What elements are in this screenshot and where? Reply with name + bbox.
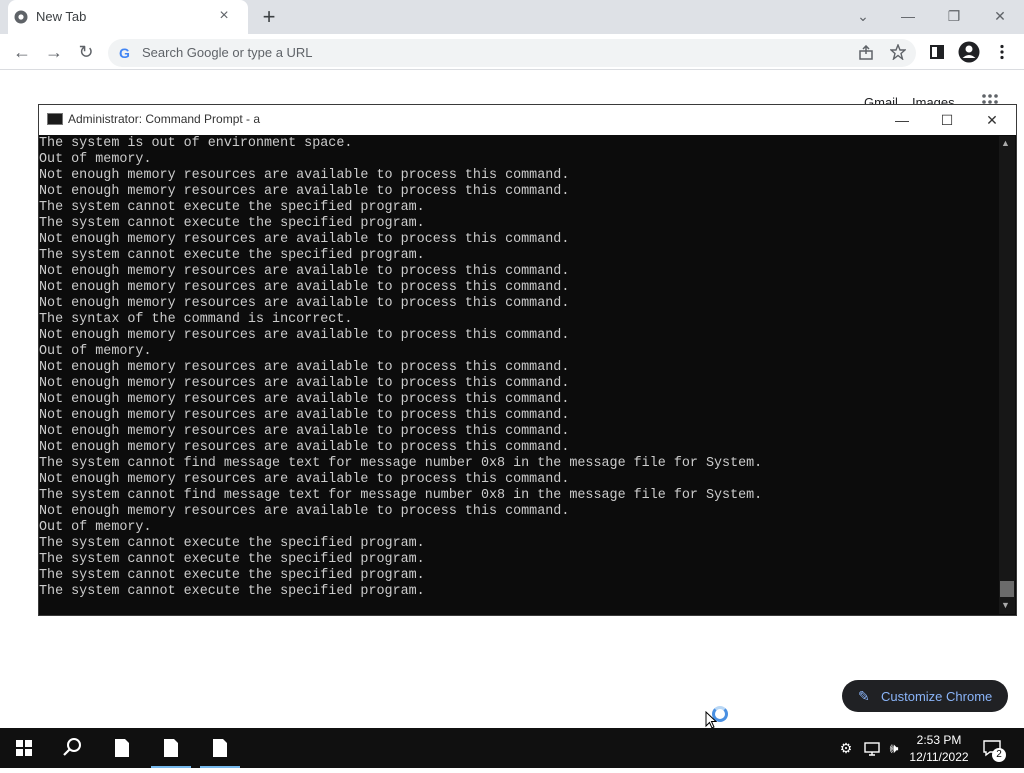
cmd-output-line: Not enough memory resources are availabl…	[39, 408, 570, 423]
new-tab-button[interactable]: +	[258, 6, 280, 28]
close-window-button[interactable]: ✕	[986, 6, 1014, 26]
cmd-output-line: The system cannot execute the specified …	[39, 248, 425, 263]
cmd-output[interactable]: The system is out of environment space. O…	[39, 136, 994, 606]
clock-date[interactable]: 12/11/2022	[906, 750, 972, 764]
cmd-minimize-button[interactable]: —	[880, 108, 924, 132]
cmd-output-line: Not enough memory resources are availabl…	[39, 504, 570, 519]
cmd-output-line: Out of memory.	[39, 152, 152, 167]
omnibox-placeholder[interactable]: Search Google or type a URL	[142, 45, 313, 60]
pencil-icon: ✎	[858, 688, 870, 704]
clock-time[interactable]: 2:53 PM	[906, 733, 972, 747]
cmd-output-line: The system cannot execute the specified …	[39, 536, 425, 551]
cmd-output-line: Not enough memory resources are availabl…	[39, 360, 570, 375]
menu-icon[interactable]	[996, 44, 1008, 60]
forward-button[interactable]: →	[42, 41, 66, 63]
cmd-output-line: Not enough memory resources are availabl…	[39, 328, 570, 343]
cmd-output-line: Out of memory.	[39, 520, 152, 535]
cmd-output-line: Not enough memory resources are availabl…	[39, 440, 570, 455]
scroll-thumb[interactable]	[1000, 581, 1014, 597]
cmd-output-line: The system cannot execute the specified …	[39, 216, 425, 231]
search-button[interactable]	[48, 728, 96, 768]
file-icon	[213, 739, 227, 757]
security-icon[interactable]: ⚙	[836, 738, 856, 758]
taskbar-app-2[interactable]	[147, 728, 195, 768]
cmd-output-line: Not enough memory resources are availabl…	[39, 472, 570, 487]
share-icon[interactable]	[858, 45, 874, 61]
google-icon: G	[119, 45, 130, 61]
tab-search-icon[interactable]: ⌄	[849, 6, 877, 26]
volume-icon[interactable]: 🕪	[884, 738, 904, 758]
cmd-output-line: Not enough memory resources are availabl…	[39, 376, 570, 391]
cmd-output-line: Not enough memory resources are availabl…	[39, 392, 570, 407]
cmd-output-line: The syntax of the command is incorrect.	[39, 312, 353, 327]
network-icon[interactable]	[862, 738, 882, 758]
scroll-down-icon[interactable]: ▼	[1001, 600, 1010, 610]
cmd-close-button[interactable]: ✕	[970, 108, 1014, 132]
tab-close-icon[interactable]: ×	[216, 8, 232, 24]
taskbar-app-1[interactable]	[98, 728, 146, 768]
cmd-output-line: Not enough memory resources are availabl…	[39, 168, 570, 183]
cmd-output-line: The system cannot find message text for …	[39, 456, 763, 471]
cmd-output-line: Not enough memory resources are availabl…	[39, 184, 570, 199]
notification-count-badge: 2	[992, 748, 1006, 762]
file-icon	[164, 739, 178, 757]
cmd-output-line: Out of memory.	[39, 344, 152, 359]
search-icon	[63, 738, 81, 756]
cmd-output-line: The system cannot execute the specified …	[39, 584, 425, 599]
cmd-maximize-button[interactable]: ☐	[925, 108, 969, 132]
minimize-button[interactable]: —	[894, 6, 922, 26]
cmd-title: Administrator: Command Prompt - a	[68, 112, 261, 126]
windows-icon	[16, 740, 32, 756]
profile-icon[interactable]	[958, 41, 980, 63]
star-icon[interactable]	[890, 44, 906, 60]
cmd-output-line: The system cannot execute the specified …	[39, 568, 425, 583]
customize-chrome-label: Customize Chrome	[881, 689, 993, 704]
restore-button[interactable]: ❐	[940, 6, 968, 26]
file-icon	[115, 739, 129, 757]
cmd-output-line: The system cannot execute the specified …	[39, 552, 425, 567]
scroll-up-icon[interactable]: ▲	[1001, 138, 1010, 148]
cmd-output-line: Not enough memory resources are availabl…	[39, 232, 570, 247]
cmd-output-line: The system cannot find message text for …	[39, 488, 763, 503]
cmd-output-line: The system is out of environment space.	[39, 136, 353, 151]
cmd-scrollbar[interactable]	[999, 136, 1015, 614]
taskbar-app-3[interactable]	[196, 728, 244, 768]
tab-title: New Tab	[36, 9, 87, 24]
start-button[interactable]	[0, 728, 48, 768]
cmd-icon	[47, 113, 63, 125]
cmd-output-line: The system cannot execute the specified …	[39, 200, 425, 215]
back-button[interactable]: ←	[10, 41, 34, 63]
chrome-icon	[14, 10, 28, 24]
cmd-output-line: Not enough memory resources are availabl…	[39, 264, 570, 279]
cmd-output-line: Not enough memory resources are availabl…	[39, 424, 570, 439]
cmd-output-line: Not enough memory resources are availabl…	[39, 296, 570, 311]
reload-button[interactable]: ↻	[74, 41, 98, 63]
cmd-output-line: Not enough memory resources are availabl…	[39, 280, 570, 295]
side-panel-icon[interactable]	[929, 44, 945, 60]
mouse-pointer-icon	[705, 711, 717, 729]
